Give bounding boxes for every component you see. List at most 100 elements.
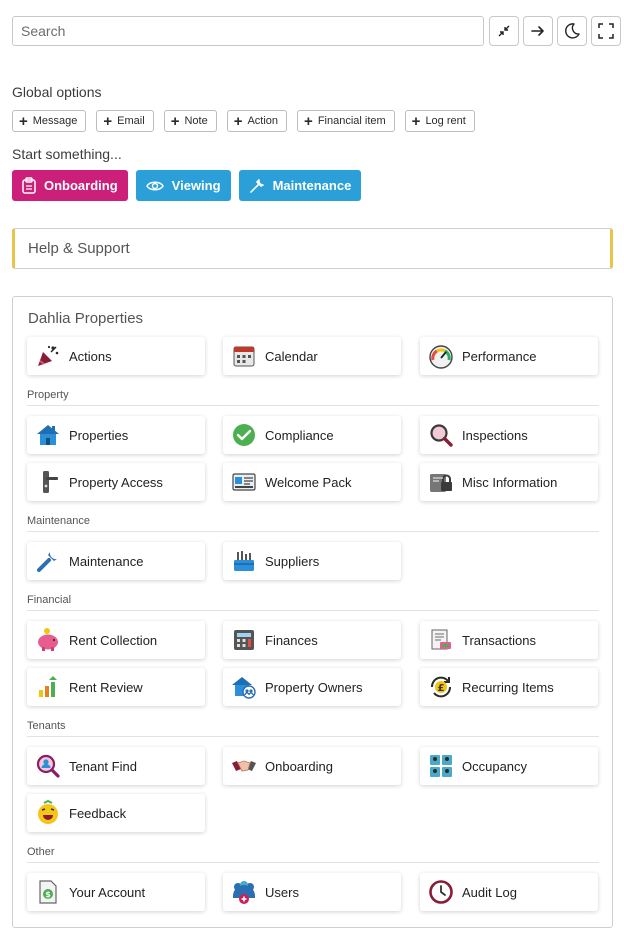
tile-label: Finances [265, 632, 318, 648]
global-option-label: Log rent [425, 115, 466, 127]
fullscreen-icon [598, 23, 614, 39]
plus-icon: + [233, 112, 243, 130]
door-handle-icon [43, 471, 58, 493]
party-popper-icon [38, 345, 59, 366]
tile-users[interactable]: Users [223, 873, 401, 911]
category-property: Property [27, 389, 599, 406]
start-onboarding-button[interactable]: Onboarding [12, 170, 128, 201]
tile-inspections[interactable]: Inspections [420, 416, 598, 454]
account-document-icon: $ [39, 880, 57, 904]
growth-chart-icon [39, 676, 57, 697]
check-circle-icon [233, 424, 255, 446]
global-option-log-rent[interactable]: + Log rent [404, 110, 475, 132]
global-options-bar: + Message + Email + Note + Action + Financial… [12, 110, 485, 132]
tile-label: Misc Information [462, 474, 558, 490]
tile-label: Occupancy [462, 758, 528, 774]
forward-button[interactable] [523, 16, 553, 46]
lock-box-icon [430, 474, 452, 492]
tile-property-owners[interactable]: Property Owners [223, 668, 401, 706]
tile-your-account[interactable]: $ Your Account [27, 873, 205, 911]
plus-icon: + [411, 112, 421, 130]
tile-calendar[interactable]: Calendar [223, 337, 401, 375]
users-add-icon [233, 881, 255, 904]
calculator-icon [234, 630, 254, 650]
smiley-icon [38, 800, 58, 824]
toolbox-icon [234, 551, 254, 571]
gauge-icon [429, 345, 453, 369]
tile-feedback[interactable]: Feedback [27, 794, 205, 832]
tile-label: Property Owners [265, 679, 363, 695]
tile-compliance[interactable]: Compliance [223, 416, 401, 454]
category-financial: Financial [27, 594, 599, 611]
tile-label: Properties [69, 427, 129, 443]
tile-label: Onboarding [265, 758, 333, 774]
person-search-icon [36, 754, 60, 778]
tile-welcome-pack[interactable]: Welcome Pack [223, 463, 401, 501]
tile-maintenance[interactable]: Maintenance [27, 542, 205, 580]
global-option-action[interactable]: + Action [226, 110, 288, 132]
house-people-icon [232, 677, 256, 699]
start-button-label: Maintenance [272, 178, 352, 193]
tile-tenant-find[interactable]: Tenant Find [27, 747, 205, 785]
calendar-icon [233, 346, 255, 367]
global-option-label: Message [32, 115, 78, 127]
tile-label: Rent Collection [69, 632, 158, 648]
eye-icon [145, 181, 164, 190]
tile-label: Recurring Items [462, 679, 554, 695]
global-option-note[interactable]: + Note [163, 110, 217, 132]
tile-transactions[interactable]: Transactions [420, 621, 598, 659]
dahlia-properties-panel: Dahlia Properties Actions Calendar Perfo… [12, 296, 613, 928]
tile-audit-log[interactable]: Audit Log [420, 873, 598, 911]
clock-icon [429, 880, 453, 904]
start-something-title: Start something... [12, 146, 122, 162]
moon-icon [565, 23, 580, 39]
id-card-icon [232, 473, 256, 491]
arrow-right-icon [531, 26, 544, 36]
fullscreen-button[interactable] [591, 16, 621, 46]
tile-misc-information[interactable]: Misc Information [420, 463, 598, 501]
global-option-email[interactable]: + Email [96, 110, 154, 132]
start-maintenance-button[interactable]: Maintenance [238, 170, 362, 201]
handshake-icon [232, 760, 256, 772]
plus-icon: + [103, 112, 113, 130]
tile-label: Actions [69, 348, 112, 364]
tile-label: Rent Review [69, 679, 143, 695]
plus-icon: + [19, 112, 28, 130]
tile-recurring-items[interactable]: £ Recurring Items [420, 668, 598, 706]
tile-label: Transactions [462, 632, 536, 648]
tile-property-access[interactable]: Property Access [27, 463, 205, 501]
category-tenants: Tenants [27, 720, 599, 737]
wrench-icon [249, 178, 264, 193]
tile-performance[interactable]: Performance [420, 337, 598, 375]
start-viewing-button[interactable]: Viewing [135, 170, 231, 201]
global-option-message[interactable]: + Message [12, 110, 87, 132]
global-option-label: Note [184, 115, 208, 127]
dark-mode-button[interactable] [557, 16, 587, 46]
category-other: Other [27, 846, 599, 863]
plus-icon: + [304, 112, 313, 130]
receipt-icon [431, 629, 451, 650]
tile-properties[interactable]: Properties [27, 416, 205, 454]
tile-label: Feedback [69, 805, 127, 821]
tile-occupancy[interactable]: Occupancy [420, 747, 598, 785]
global-option-financial-item[interactable]: + Financial item [297, 110, 395, 132]
tile-actions[interactable]: Actions [27, 337, 205, 375]
tile-tenant-onboarding[interactable]: Onboarding [223, 747, 401, 785]
tile-rent-collection[interactable]: Rent Collection [27, 621, 205, 659]
wrench-icon [37, 552, 57, 572]
help-support-bar[interactable]: Help & Support [12, 228, 613, 269]
tile-label: Property Access [69, 474, 163, 490]
tile-label: Performance [462, 348, 537, 364]
global-option-label: Email [117, 115, 145, 127]
people-grid-icon [430, 755, 452, 777]
search-input[interactable] [12, 16, 484, 46]
global-option-label: Action [247, 115, 279, 127]
tile-finances[interactable]: Finances [223, 621, 401, 659]
start-button-label: Onboarding [44, 178, 118, 193]
start-button-label: Viewing [171, 178, 221, 193]
start-buttons: Onboarding Viewing Maintenance [12, 170, 369, 201]
tile-suppliers[interactable]: Suppliers [223, 542, 401, 580]
tile-label: Maintenance [69, 553, 144, 569]
tile-rent-review[interactable]: Rent Review [27, 668, 205, 706]
collapse-button[interactable] [489, 16, 519, 46]
